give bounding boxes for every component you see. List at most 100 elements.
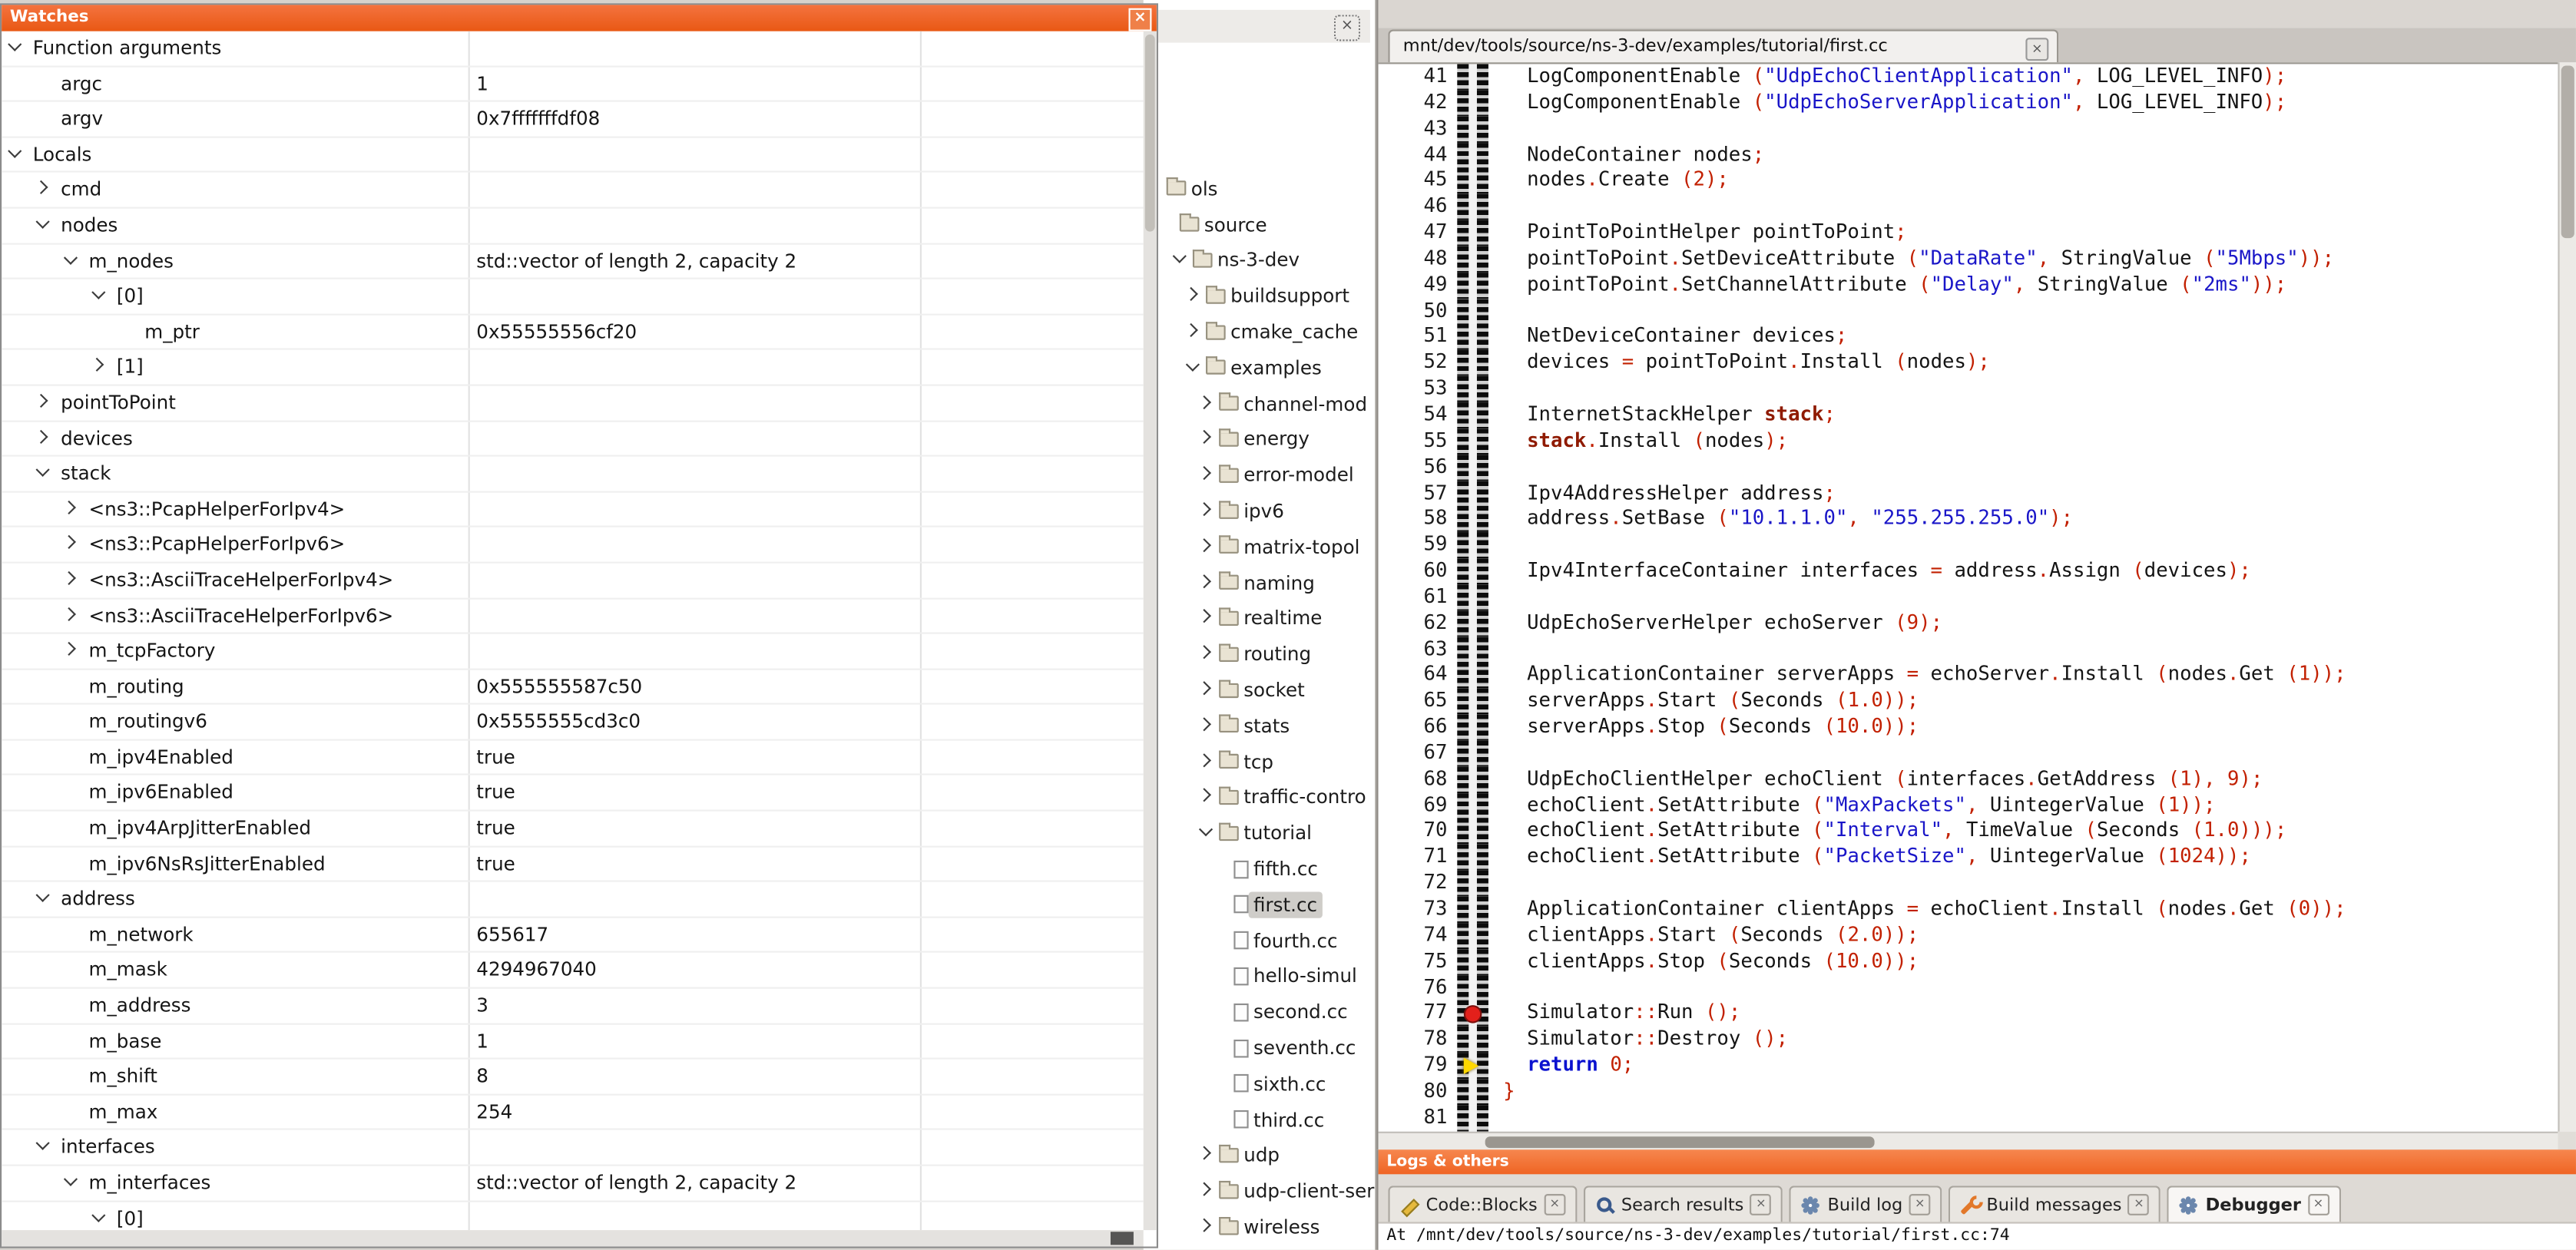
scrollbar-vertical[interactable] — [2558, 62, 2576, 1131]
tree-item[interactable]: energy — [1144, 422, 1376, 458]
expand-icon[interactable] — [1199, 538, 1215, 554]
expand-icon[interactable] — [1186, 324, 1202, 340]
watch-row[interactable]: m_routing0x555555587c50 — [2, 670, 1144, 705]
expand-icon[interactable] — [1199, 467, 1215, 483]
breakpoint-margin[interactable] — [1457, 428, 1488, 455]
line-number[interactable]: 52 — [1379, 350, 1458, 376]
breakpoint-margin[interactable] — [1457, 975, 1488, 1001]
watch-row[interactable]: nodes — [2, 209, 1144, 244]
scrollbar-thumb[interactable] — [1111, 1232, 1134, 1245]
line-number[interactable]: 44 — [1379, 142, 1458, 168]
tree-item[interactable]: second.cc — [1144, 994, 1376, 1030]
line-number[interactable]: 64 — [1379, 663, 1458, 689]
watch-row[interactable]: m_interfacesstd::vector of length 2, cap… — [2, 1166, 1144, 1202]
breakpoint-margin[interactable] — [1457, 298, 1488, 324]
watch-row[interactable]: m_network655617 — [2, 918, 1144, 953]
line-number[interactable]: 81 — [1379, 1105, 1458, 1131]
watch-row[interactable]: m_shift8 — [2, 1060, 1144, 1095]
line-number[interactable]: 57 — [1379, 481, 1458, 507]
watch-row[interactable]: m_tcpFactory — [2, 634, 1144, 670]
collapse-icon[interactable] — [92, 288, 108, 304]
watch-row[interactable]: m_ipv6Enabledtrue — [2, 776, 1144, 812]
tree-item[interactable]: tutorial — [1144, 815, 1376, 852]
line-number[interactable]: 43 — [1379, 116, 1458, 142]
line-number[interactable]: 78 — [1379, 1027, 1458, 1053]
expand-icon[interactable] — [36, 429, 52, 445]
expand-icon[interactable] — [64, 571, 80, 587]
breakpoint-margin[interactable] — [1457, 663, 1488, 689]
watch-row[interactable]: [1] — [2, 350, 1144, 385]
breakpoint-margin[interactable] — [1457, 741, 1488, 767]
breakpoint-margin[interactable] — [1457, 64, 1488, 90]
tree-item[interactable]: matrix-topol — [1144, 529, 1376, 565]
scrollbar-thumb[interactable] — [1485, 1136, 1875, 1148]
expand-icon[interactable] — [1199, 1183, 1215, 1199]
line-number[interactable]: 72 — [1379, 871, 1458, 897]
close-icon[interactable]: × — [1750, 1194, 1772, 1215]
line-number[interactable]: 60 — [1379, 558, 1458, 584]
watch-row[interactable]: m_ipv6NsRsJitterEnabledtrue — [2, 847, 1144, 882]
line-number[interactable]: 77 — [1379, 1000, 1458, 1027]
line-number[interactable]: 42 — [1379, 90, 1458, 116]
breakpoint-margin[interactable] — [1457, 481, 1488, 507]
tab-search-results[interactable]: Search results× — [1584, 1186, 1783, 1222]
line-number[interactable]: 80 — [1379, 1079, 1458, 1105]
close-button[interactable]: × — [1334, 15, 1360, 41]
tree-item[interactable]: udp — [1144, 1137, 1376, 1173]
breakpoint-margin[interactable] — [1457, 689, 1488, 715]
line-number[interactable]: 49 — [1379, 273, 1458, 299]
watch-row[interactable]: <ns3::AsciiTraceHelperForIpv6> — [2, 599, 1144, 634]
line-number[interactable]: 79 — [1379, 1053, 1458, 1079]
breakpoint-margin[interactable] — [1457, 1053, 1488, 1079]
collapse-icon[interactable] — [8, 39, 25, 55]
tab-code-blocks[interactable]: Code::Blocks× — [1388, 1186, 1577, 1222]
tab-build-messages[interactable]: Build messages× — [1949, 1186, 2161, 1222]
breakpoint-margin[interactable] — [1457, 194, 1488, 220]
line-number[interactable]: 54 — [1379, 402, 1458, 428]
line-number[interactable]: 76 — [1379, 975, 1458, 1001]
watch-row[interactable]: m_routingv60x5555555cd3c0 — [2, 705, 1144, 740]
breakpoint-margin[interactable] — [1457, 1079, 1488, 1105]
tree-item[interactable]: tcp — [1144, 743, 1376, 779]
watch-row[interactable]: argc1 — [2, 67, 1144, 102]
breakpoint-margin[interactable] — [1457, 507, 1488, 533]
watch-row[interactable]: [0] — [2, 1202, 1144, 1230]
tree-item[interactable]: ipv6 — [1144, 493, 1376, 529]
tree-item[interactable]: traffic-contro — [1144, 779, 1376, 815]
tree-item[interactable]: udp-client-ser — [1144, 1173, 1376, 1209]
breakpoint-icon[interactable] — [1464, 1005, 1482, 1023]
watch-row[interactable]: m_nodesstd::vector of length 2, capacity… — [2, 244, 1144, 279]
watch-row[interactable]: <ns3::AsciiTraceHelperForIpv4> — [2, 563, 1144, 598]
breakpoint-margin[interactable] — [1457, 818, 1488, 845]
close-icon[interactable]: × — [2128, 1194, 2150, 1215]
tree-item[interactable]: sixth.cc — [1144, 1066, 1376, 1102]
breakpoint-margin[interactable] — [1457, 220, 1488, 246]
expand-icon[interactable] — [1199, 503, 1215, 519]
tree-item[interactable]: socket — [1144, 672, 1376, 708]
tree-item[interactable]: cmake_cache — [1144, 314, 1376, 350]
line-number[interactable]: 73 — [1379, 897, 1458, 923]
expand-icon[interactable] — [64, 501, 80, 517]
collapse-icon[interactable] — [36, 465, 52, 481]
close-icon[interactable]: × — [2025, 38, 2048, 61]
line-number[interactable]: 48 — [1379, 246, 1458, 273]
line-number[interactable]: 70 — [1379, 818, 1458, 845]
tree-item[interactable]: channel-mod — [1144, 385, 1376, 422]
breakpoint-margin[interactable] — [1457, 1027, 1488, 1053]
expand-icon[interactable] — [1199, 431, 1215, 447]
tree-item[interactable]: source — [1144, 207, 1376, 243]
expand-icon[interactable] — [1199, 789, 1215, 805]
collapse-icon[interactable] — [1186, 359, 1202, 375]
tree-item[interactable]: seventh.cc — [1144, 1030, 1376, 1066]
tree-item[interactable]: error-model — [1144, 457, 1376, 493]
watch-row[interactable]: cmd — [2, 173, 1144, 208]
scrollbar-horizontal[interactable] — [1379, 1132, 2558, 1150]
scrollbar-thumb[interactable] — [1145, 35, 1155, 232]
breakpoint-margin[interactable] — [1457, 455, 1488, 481]
expand-icon[interactable] — [1199, 574, 1215, 590]
breakpoint-margin[interactable] — [1457, 1000, 1488, 1027]
tree-item[interactable]: fourth.cc — [1144, 923, 1376, 959]
close-icon[interactable]: × — [2308, 1194, 2329, 1215]
watch-row[interactable]: m_mask4294967040 — [2, 954, 1144, 989]
breakpoint-margin[interactable] — [1457, 584, 1488, 610]
